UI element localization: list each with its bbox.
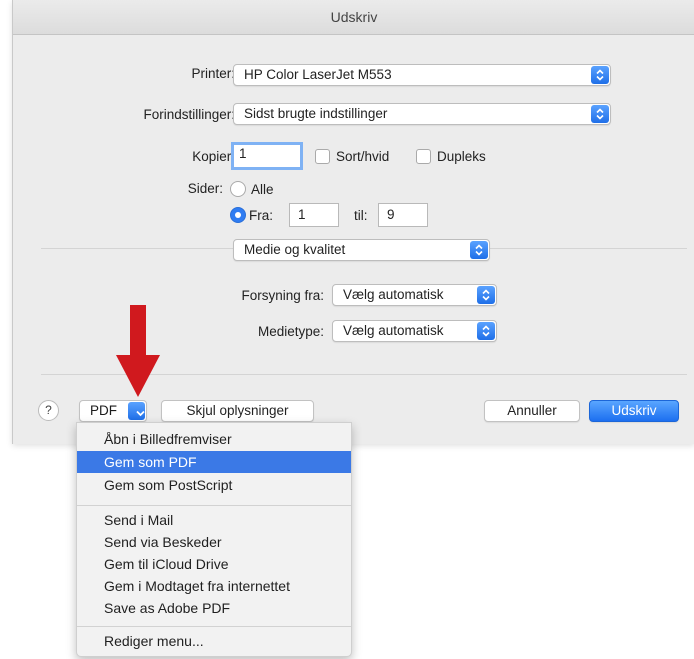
pdf-button-label: PDF bbox=[90, 403, 117, 418]
copies-label: Kopier: bbox=[192, 149, 235, 164]
printer-select-value: HP Color LaserJet M553 bbox=[244, 67, 392, 82]
pages-from-radio[interactable] bbox=[230, 207, 246, 223]
feed-select[interactable]: Vælg automatisk bbox=[332, 284, 497, 306]
pages-label: Sider: bbox=[187, 181, 223, 196]
updown-chevron-icon bbox=[477, 322, 495, 340]
media-type-label: Medietype: bbox=[257, 324, 324, 339]
printer-select[interactable]: HP Color LaserJet M553 bbox=[233, 64, 611, 86]
feed-label: Forsyning fra: bbox=[241, 288, 324, 303]
menu-item-edit-menu[interactable]: Rediger menu... bbox=[77, 630, 351, 652]
pages-to-input[interactable]: 9 bbox=[378, 203, 428, 227]
menu-separator bbox=[77, 626, 351, 627]
print-button[interactable]: Udskriv bbox=[589, 400, 679, 422]
menu-item-send-messages[interactable]: Send via Beskeder bbox=[77, 531, 351, 553]
pdf-menu-button[interactable]: PDF bbox=[79, 400, 147, 422]
red-down-arrow-icon bbox=[116, 305, 160, 397]
menu-item-open-preview[interactable]: Åbn i Billedfremviser bbox=[77, 428, 351, 450]
pages-all-radio[interactable] bbox=[230, 181, 246, 197]
pages-from-input[interactable]: 1 bbox=[289, 203, 339, 227]
presets-select-value: Sidst brugte indstillinger bbox=[244, 106, 388, 121]
hide-details-button[interactable]: Skjul oplysninger bbox=[161, 400, 314, 422]
menu-item-save-icloud[interactable]: Gem til iCloud Drive bbox=[77, 553, 351, 575]
updown-chevron-icon bbox=[477, 286, 495, 304]
bw-label: Sort/hvid bbox=[336, 149, 390, 164]
feed-select-value: Vælg automatisk bbox=[343, 287, 444, 302]
media-type-select[interactable]: Vælg automatisk bbox=[332, 320, 497, 342]
pages-to-label: til: bbox=[354, 208, 368, 223]
bw-checkbox[interactable] bbox=[315, 149, 330, 164]
menu-item-save-as-postscript[interactable]: Gem som PostScript bbox=[77, 474, 351, 496]
duplex-checkbox[interactable] bbox=[416, 149, 431, 164]
copies-input[interactable]: 1 bbox=[231, 142, 303, 170]
window-title: Udskriv bbox=[13, 0, 694, 35]
print-dialog: Udskriv Printer: HP Color LaserJet M553 … bbox=[12, 0, 694, 444]
updown-chevron-icon bbox=[470, 241, 488, 259]
printer-label: Printer: bbox=[191, 66, 235, 81]
help-button[interactable]: ? bbox=[38, 400, 59, 421]
pages-all-label: Alle bbox=[251, 182, 274, 197]
presets-label: Forindstillinger: bbox=[143, 107, 235, 122]
menu-item-save-as-pdf[interactable]: Gem som PDF bbox=[77, 451, 351, 473]
cancel-button[interactable]: Annuller bbox=[484, 400, 580, 422]
section-select-value: Medie og kvalitet bbox=[244, 242, 346, 257]
pages-from-label: Fra: bbox=[249, 208, 274, 223]
menu-separator bbox=[77, 505, 351, 506]
section-select[interactable]: Medie og kvalitet bbox=[233, 239, 490, 261]
menu-item-save-downloads[interactable]: Gem i Modtaget fra internettet bbox=[77, 575, 351, 597]
menu-item-send-mail[interactable]: Send i Mail bbox=[77, 509, 351, 531]
presets-select[interactable]: Sidst brugte indstillinger bbox=[233, 103, 611, 125]
media-type-select-value: Vælg automatisk bbox=[343, 323, 444, 338]
menu-item-save-adobe-pdf[interactable]: Save as Adobe PDF bbox=[77, 597, 351, 619]
pdf-dropdown-menu: Åbn i Billedfremviser Gem som PDF Gem so… bbox=[76, 422, 352, 657]
updown-chevron-icon bbox=[591, 66, 609, 84]
duplex-label: Dupleks bbox=[437, 149, 486, 164]
chevron-down-icon bbox=[128, 402, 145, 420]
updown-chevron-icon bbox=[591, 105, 609, 123]
